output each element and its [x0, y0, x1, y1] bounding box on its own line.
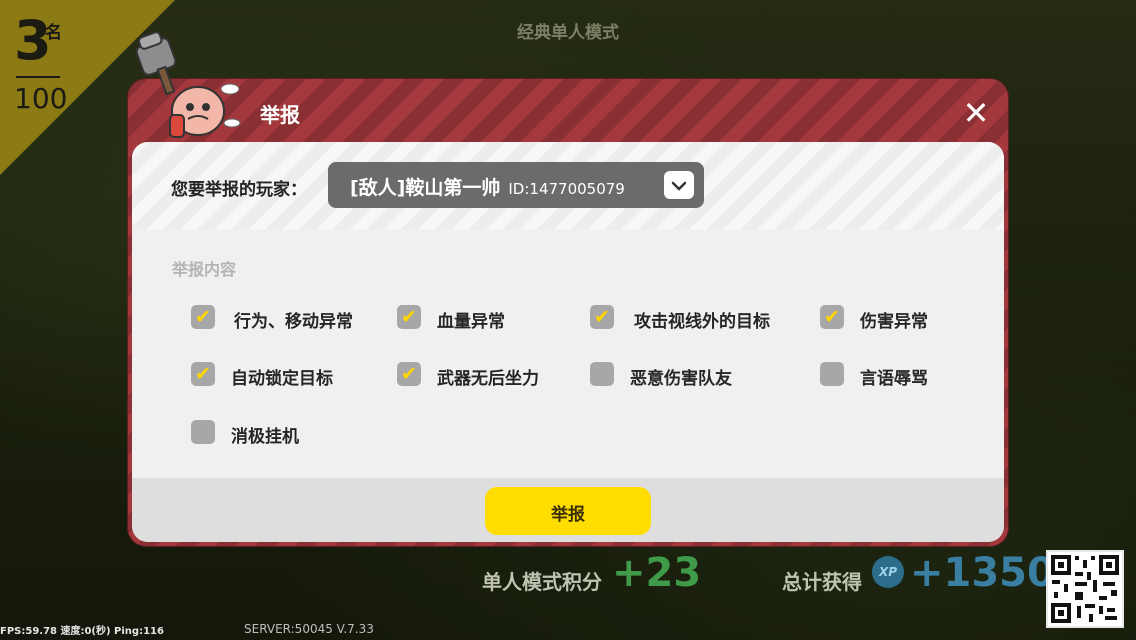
close-button[interactable]: ✕ — [958, 95, 994, 131]
dialog-title: 举报 — [260, 103, 300, 127]
checkbox-team-damage[interactable] — [590, 362, 614, 386]
section-title: 举报内容 — [172, 260, 237, 279]
total-value: +1350 — [910, 550, 1055, 596]
fps-readout: FPS:59.78 速度:0(秒) Ping:116 — [0, 626, 164, 637]
option-label: 伤害异常 — [860, 312, 928, 332]
chevron-down-icon[interactable] — [664, 171, 694, 199]
checkbox-abuse[interactable] — [820, 362, 844, 386]
checkbox-behavior[interactable]: ✔ — [191, 305, 215, 329]
server-version: SERVER:50045 V.7.33 — [244, 622, 374, 636]
score-label: 单人模式积分 — [482, 570, 602, 594]
checkbox-afk[interactable] — [191, 420, 215, 444]
player-label: 您要举报的玩家： — [171, 180, 307, 200]
option-label: 攻击视线外的目标 — [634, 312, 770, 332]
option-label: 恶意伤害队友 — [630, 369, 732, 389]
submit-label: 举报 — [551, 505, 585, 525]
close-icon: ✕ — [962, 94, 990, 132]
option-label: 武器无后坐力 — [437, 369, 539, 389]
checkbox-damage[interactable]: ✔ — [820, 305, 844, 329]
player-selected: [敌人]鞍山第一帅 ID:1477005079 — [350, 173, 625, 200]
option-label: 自动锁定目标 — [231, 369, 333, 389]
player-row: 您要举报的玩家： [敌人]鞍山第一帅 ID:1477005079 — [132, 142, 1004, 230]
option-label: 消极挂机 — [231, 427, 299, 447]
option-label: 行为、移动异常 — [234, 312, 353, 332]
report-panel: 您要举报的玩家： [敌人]鞍山第一帅 ID:1477005079 举报内容 ✔ 行… — [132, 142, 1004, 542]
rank-total: 100 — [14, 82, 68, 115]
checkbox-wallhack[interactable]: ✔ — [590, 305, 614, 329]
total-label: 总计获得 — [782, 570, 862, 594]
checkbox-aimbot[interactable]: ✔ — [191, 362, 215, 386]
rank-divider — [16, 76, 60, 78]
checkbox-no-recoil[interactable]: ✔ — [397, 362, 421, 386]
option-label: 言语辱骂 — [860, 369, 928, 389]
submit-report-button[interactable]: 举报 — [485, 487, 651, 535]
score-value: +23 — [612, 550, 702, 596]
mascot-icon — [118, 19, 243, 144]
dialog-footer: 举报 — [132, 478, 1004, 542]
option-label: 血量异常 — [437, 312, 505, 332]
xp-icon: XP — [872, 556, 904, 588]
checkbox-health[interactable]: ✔ — [397, 305, 421, 329]
report-dialog: 举报 ✕ 您要举报的玩家： [敌人]鞍山第一帅 ID:1477005079 举报内… — [128, 31, 1008, 546]
player-name: [敌人]鞍山第一帅 — [350, 177, 501, 199]
qr-code — [1046, 550, 1124, 628]
player-dropdown[interactable]: [敌人]鞍山第一帅 ID:1477005079 — [328, 162, 704, 208]
player-id: ID:1477005079 — [508, 180, 625, 198]
